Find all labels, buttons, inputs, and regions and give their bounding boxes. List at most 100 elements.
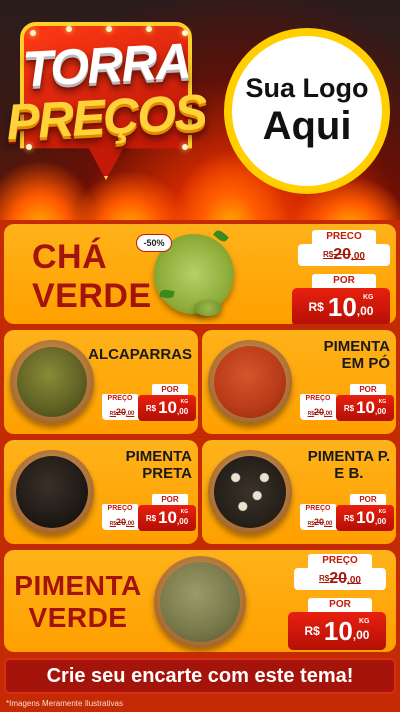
old-price-currency: R$: [323, 250, 334, 259]
old-price-cents: ,00: [351, 251, 365, 263]
old-price-int: 20: [116, 407, 127, 417]
logo-line-precos: PREÇOS: [5, 83, 207, 151]
old-price-label: PREÇO: [102, 504, 138, 514]
pepper-powder-bowl-image: [208, 340, 292, 424]
price-tag: PREÇO R$20,00 POR R$ 10 KG ,00: [300, 384, 394, 421]
mixed-pepper-bowl-image: [208, 450, 292, 534]
price-tag: PREÇO R$20,00 POR R$ 10 KG ,00: [102, 494, 196, 531]
new-price-label: POR: [308, 598, 372, 612]
old-price-int: 20: [314, 517, 325, 527]
old-price-label: PREÇO: [300, 504, 336, 514]
old-price-label: PREÇO: [300, 394, 336, 404]
price-unit: KG: [362, 294, 374, 301]
price-tag: PRECO R$20,00 POR R$ 10 KG ,00: [292, 230, 390, 324]
product-name: CHÁ VERDE: [32, 238, 152, 316]
product-name: PIMENTA EM PÓ: [324, 338, 390, 373]
old-price-cents: ,00: [324, 521, 333, 527]
new-price-int: 10: [356, 508, 376, 527]
price-tag: PREÇO R$20,00 POR R$ 10 KG ,00: [288, 554, 386, 652]
price-tag: PREÇO R$20,00 POR R$ 10 KG ,00: [102, 384, 196, 421]
old-price-int: 20: [333, 246, 352, 264]
light-bulb: [66, 26, 72, 32]
old-price-int: 20: [116, 517, 127, 527]
product-card-pimenta-em-po[interactable]: PIMENTA EM PÓ PREÇO R$20,00 POR R$ 10 KG…: [202, 330, 396, 434]
product-card-pimenta-preta[interactable]: PIMENTA PRETA PREÇO R$20,00 POR R$ 10 KG…: [4, 440, 198, 544]
price-unit: KG: [378, 399, 387, 405]
new-price: R$ 10 KG ,00: [336, 505, 394, 531]
capers-bowl-image: [10, 340, 94, 424]
old-price-label: PREÇO: [308, 554, 372, 568]
product-card-pimenta-p-e-b[interactable]: PIMENTA P. E B. PREÇO R$20,00 POR R$ 10 …: [202, 440, 396, 544]
price-unit: KG: [180, 399, 189, 405]
product-name: PIMENTA VERDE: [10, 570, 146, 634]
new-price-int: 10: [158, 508, 178, 527]
old-price-int: 20: [314, 407, 325, 417]
new-price-int: 10: [158, 398, 178, 417]
light-bulb: [30, 30, 36, 36]
old-price-int: 20: [329, 570, 348, 588]
old-price-cents: ,00: [126, 521, 135, 527]
old-price-label: PREÇO: [102, 394, 138, 404]
brand-logo-placeholder[interactable]: Sua Logo Aqui: [224, 28, 390, 194]
product-name: PIMENTA PRETA: [126, 448, 192, 483]
new-price-cents: ,00: [356, 304, 374, 318]
new-price-int: 10: [327, 291, 357, 322]
old-price-cents: ,00: [347, 575, 361, 587]
product-card-alcaparras[interactable]: ALCAPARRAS PREÇO R$20,00 POR R$ 10 KG ,00: [4, 330, 198, 434]
product-name-line2: EM PÓ: [341, 355, 390, 373]
new-price-cents: ,00: [352, 628, 370, 642]
new-price-label: POR: [152, 384, 188, 395]
product-card-featured-bottom[interactable]: PIMENTA VERDE PREÇO R$20,00 POR R$ 10 KG…: [4, 550, 396, 652]
light-bulb: [106, 26, 112, 32]
product-name: PIMENTA P. E B.: [308, 448, 390, 483]
product-name-line1: PIMENTA: [323, 338, 390, 355]
old-price: R$20,00: [102, 514, 142, 530]
new-price-label: POR: [350, 494, 386, 505]
new-price-currency: R$: [343, 403, 355, 413]
old-price-cents: ,00: [126, 411, 135, 417]
new-price-currency: R$: [304, 624, 320, 638]
product-name-line1: PIMENTA: [14, 570, 142, 601]
product-card-featured-top[interactable]: CHÁ VERDE PRECO R$20,00 POR R$ 10 KG ,00: [4, 224, 396, 324]
product-name-line1: PIMENTA P.: [307, 448, 390, 465]
light-bulb: [146, 26, 152, 32]
campaign-logo: TORRA PREÇOS: [5, 14, 207, 194]
product-name-line2: E B.: [334, 465, 364, 483]
mixed-pepper-image: [214, 456, 286, 528]
new-price-cents: ,00: [177, 517, 189, 526]
product-name-line1: CHÁ: [32, 238, 108, 276]
new-price: R$ 10 KG ,00: [292, 288, 390, 324]
black-pepper-bowl-image: [10, 450, 94, 534]
discount-badge: -50%: [136, 234, 172, 252]
old-price: R$20,00: [294, 568, 386, 590]
disclaimer-footnote: *Imagens Meramente Ilustrativas: [6, 699, 123, 708]
new-price-currency: R$: [145, 513, 157, 523]
old-price-cents: ,00: [324, 411, 333, 417]
brand-text-line2: Aqui: [262, 103, 352, 148]
price-unit: KG: [180, 509, 189, 515]
old-price-label: PRECO: [312, 230, 376, 244]
new-price-cents: ,00: [375, 407, 387, 416]
old-price: R$20,00: [102, 404, 142, 420]
create-flyer-button[interactable]: Crie seu encarte com este tema!: [4, 658, 396, 694]
new-price-currency: R$: [343, 513, 355, 523]
pepper-powder-image: [214, 346, 286, 418]
new-price-cents: ,00: [375, 517, 387, 526]
new-price-currency: R$: [308, 300, 324, 314]
new-price-currency: R$: [145, 403, 157, 413]
price-tag: PREÇO R$20,00 POR R$ 10 KG ,00: [300, 494, 394, 531]
product-name: ALCAPARRAS: [88, 346, 192, 363]
new-price: R$ 10 KG ,00: [288, 612, 386, 650]
old-price-currency: R$: [319, 574, 330, 583]
new-price-cents: ,00: [177, 407, 189, 416]
header-banner: TORRA PREÇOS Sua Logo Aqui: [0, 0, 400, 220]
capers-image: [17, 347, 87, 417]
price-unit: KG: [358, 618, 370, 625]
new-price: R$ 10 KG ,00: [336, 395, 394, 421]
new-price-int: 10: [356, 398, 376, 417]
old-price: R$20,00: [298, 244, 390, 266]
product-name-line1: PIMENTA: [125, 448, 192, 465]
new-price-int: 10: [323, 615, 353, 646]
new-price-label: POR: [152, 494, 188, 505]
new-price: R$ 10 KG ,00: [138, 505, 196, 531]
